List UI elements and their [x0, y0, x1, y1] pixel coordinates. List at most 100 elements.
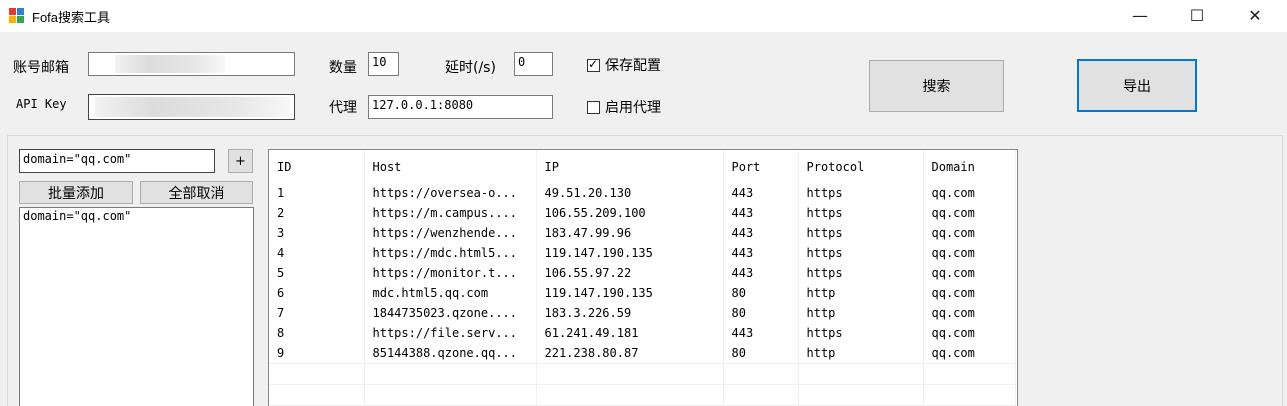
- column-header-ip[interactable]: IP: [536, 150, 724, 183]
- empty-cell: [723, 384, 799, 406]
- empty-row: [269, 384, 1016, 406]
- table-row[interactable]: 8 https://file.serv... 61.241.49.181 443 htt…: [269, 323, 1016, 343]
- cell-id[interactable]: 9: [269, 343, 365, 364]
- cell-host[interactable]: https://file.serv...: [364, 323, 537, 343]
- column-header-protocol[interactable]: Protocol: [798, 150, 924, 183]
- table-row[interactable]: 7 1844735023.qzone.... 183.3.226.59 80 http q…: [269, 303, 1016, 323]
- cell-host[interactable]: https://m.campus....: [364, 203, 537, 223]
- cell-domain[interactable]: qq.com: [923, 183, 1016, 203]
- cell-id[interactable]: 1: [269, 183, 365, 203]
- cell-protocol[interactable]: https: [798, 223, 924, 243]
- cell-ip[interactable]: 106.55.97.22: [536, 263, 724, 283]
- list-item[interactable]: domain="qq.com": [23, 209, 250, 223]
- cancel-all-button[interactable]: 全部取消: [140, 181, 253, 204]
- table-row[interactable]: 4 https://mdc.html5... 119.147.190.135 443 h…: [269, 243, 1016, 263]
- cell-protocol[interactable]: https: [798, 203, 924, 223]
- cell-port[interactable]: 443: [723, 323, 799, 343]
- cell-protocol[interactable]: http: [798, 343, 924, 364]
- cell-host[interactable]: https://mdc.html5...: [364, 243, 537, 263]
- save-config-label: 保存配置: [605, 58, 661, 74]
- cell-ip[interactable]: 49.51.20.130: [536, 183, 724, 203]
- cell-port[interactable]: 80: [723, 283, 799, 303]
- query-list[interactable]: domain="qq.com": [19, 207, 254, 406]
- query-input[interactable]: domain="qq.com": [19, 149, 215, 173]
- cell-id[interactable]: 7: [269, 303, 365, 323]
- cell-id[interactable]: 4: [269, 243, 365, 263]
- column-header-domain[interactable]: Domain: [923, 150, 1016, 183]
- cell-domain[interactable]: qq.com: [923, 323, 1016, 343]
- cell-port[interactable]: 443: [723, 243, 799, 263]
- minimize-button[interactable]: —: [1117, 0, 1163, 32]
- cell-protocol[interactable]: https: [798, 323, 924, 343]
- empty-cell: [269, 363, 365, 385]
- maximize-button[interactable]: ☐: [1174, 0, 1220, 32]
- cell-port[interactable]: 443: [723, 263, 799, 283]
- cell-port[interactable]: 80: [723, 303, 799, 323]
- table-row[interactable]: 9 85144388.qzone.qq... 221.238.80.87 80 http…: [269, 343, 1016, 364]
- cell-protocol[interactable]: https: [798, 263, 924, 283]
- export-button[interactable]: 导出: [1077, 59, 1197, 112]
- cell-ip[interactable]: 61.241.49.181: [536, 323, 724, 343]
- cell-port[interactable]: 443: [723, 223, 799, 243]
- cell-domain[interactable]: qq.com: [923, 343, 1016, 364]
- table-row[interactable]: 5 https://monitor.t... 106.55.97.22 443 http…: [269, 263, 1016, 283]
- cell-port[interactable]: 443: [723, 183, 799, 203]
- cell-host[interactable]: mdc.html5.qq.com: [364, 283, 537, 303]
- count-field[interactable]: 10: [368, 52, 399, 76]
- apikey-field[interactable]: [88, 94, 295, 120]
- batch-add-button[interactable]: 批量添加: [19, 181, 133, 204]
- cell-protocol[interactable]: https: [798, 183, 924, 203]
- cell-port[interactable]: 443: [723, 203, 799, 223]
- table-row[interactable]: 1 https://oversea-o... 49.51.20.130 443 http…: [269, 183, 1016, 203]
- cell-ip[interactable]: 183.3.226.59: [536, 303, 724, 323]
- column-header-port[interactable]: Port: [723, 150, 799, 183]
- table-row[interactable]: 3 https://wenzhende... 183.47.99.96 443 http…: [269, 223, 1016, 243]
- column-header-host[interactable]: Host: [364, 150, 537, 183]
- app-icon: [9, 8, 25, 24]
- search-button[interactable]: 搜索: [869, 60, 1004, 112]
- add-query-button[interactable]: +: [228, 149, 253, 173]
- cell-ip[interactable]: 119.147.190.135: [536, 283, 724, 303]
- delay-field[interactable]: 0: [514, 52, 553, 76]
- title-bar: Fofa搜索工具 — ☐ ✕: [0, 0, 1287, 32]
- table-row[interactable]: 6 mdc.html5.qq.com 119.147.190.135 80 http qq…: [269, 283, 1016, 303]
- proxy-field[interactable]: 127.0.0.1:8080: [368, 95, 553, 119]
- cell-host[interactable]: https://monitor.t...: [364, 263, 537, 283]
- empty-cell: [269, 384, 365, 406]
- cell-protocol[interactable]: https: [798, 243, 924, 263]
- cell-protocol[interactable]: http: [798, 303, 924, 323]
- cell-id[interactable]: 3: [269, 223, 365, 243]
- cell-domain[interactable]: qq.com: [923, 263, 1016, 283]
- save-config-checkbox[interactable]: ✓ 保存配置: [587, 55, 661, 75]
- cell-domain[interactable]: qq.com: [923, 283, 1016, 303]
- results-grid[interactable]: ID Host IP Port Protocol Domain 1 https:/…: [268, 149, 1018, 406]
- cell-protocol[interactable]: http: [798, 283, 924, 303]
- cell-id[interactable]: 6: [269, 283, 365, 303]
- empty-cell: [798, 384, 924, 406]
- empty-cell: [923, 363, 1016, 385]
- cell-host[interactable]: 85144388.qzone.qq...: [364, 343, 537, 364]
- cell-host[interactable]: 1844735023.qzone....: [364, 303, 537, 323]
- enable-proxy-label: 启用代理: [605, 100, 661, 116]
- cell-port[interactable]: 80: [723, 343, 799, 364]
- column-header-id[interactable]: ID: [269, 150, 365, 183]
- close-button[interactable]: ✕: [1232, 0, 1278, 32]
- table-row[interactable]: 2 https://m.campus.... 106.55.209.100 443 ht…: [269, 203, 1016, 223]
- cell-domain[interactable]: qq.com: [923, 223, 1016, 243]
- email-field[interactable]: [88, 52, 295, 76]
- cell-ip[interactable]: 221.238.80.87: [536, 343, 724, 364]
- enable-proxy-checkbox[interactable]: 启用代理: [587, 97, 661, 117]
- cell-id[interactable]: 5: [269, 263, 365, 283]
- cell-domain[interactable]: qq.com: [923, 303, 1016, 323]
- cell-ip[interactable]: 183.47.99.96: [536, 223, 724, 243]
- cell-domain[interactable]: qq.com: [923, 243, 1016, 263]
- cell-id[interactable]: 8: [269, 323, 365, 343]
- cell-host[interactable]: https://oversea-o...: [364, 183, 537, 203]
- cell-domain[interactable]: qq.com: [923, 203, 1016, 223]
- cell-ip[interactable]: 119.147.190.135: [536, 243, 724, 263]
- cell-host[interactable]: https://wenzhende...: [364, 223, 537, 243]
- cell-id[interactable]: 2: [269, 203, 365, 223]
- redacted-value: [115, 55, 225, 73]
- proxy-label: 代理: [329, 100, 357, 116]
- cell-ip[interactable]: 106.55.209.100: [536, 203, 724, 223]
